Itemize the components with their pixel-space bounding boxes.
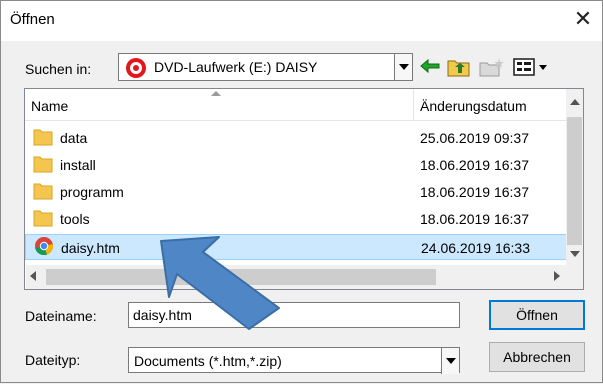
open-dialog: Öffnen ✕ Suchen in: DVD-Laufwerk (E:) DA… [0, 0, 603, 383]
annotation-arrow-icon [160, 236, 280, 330]
